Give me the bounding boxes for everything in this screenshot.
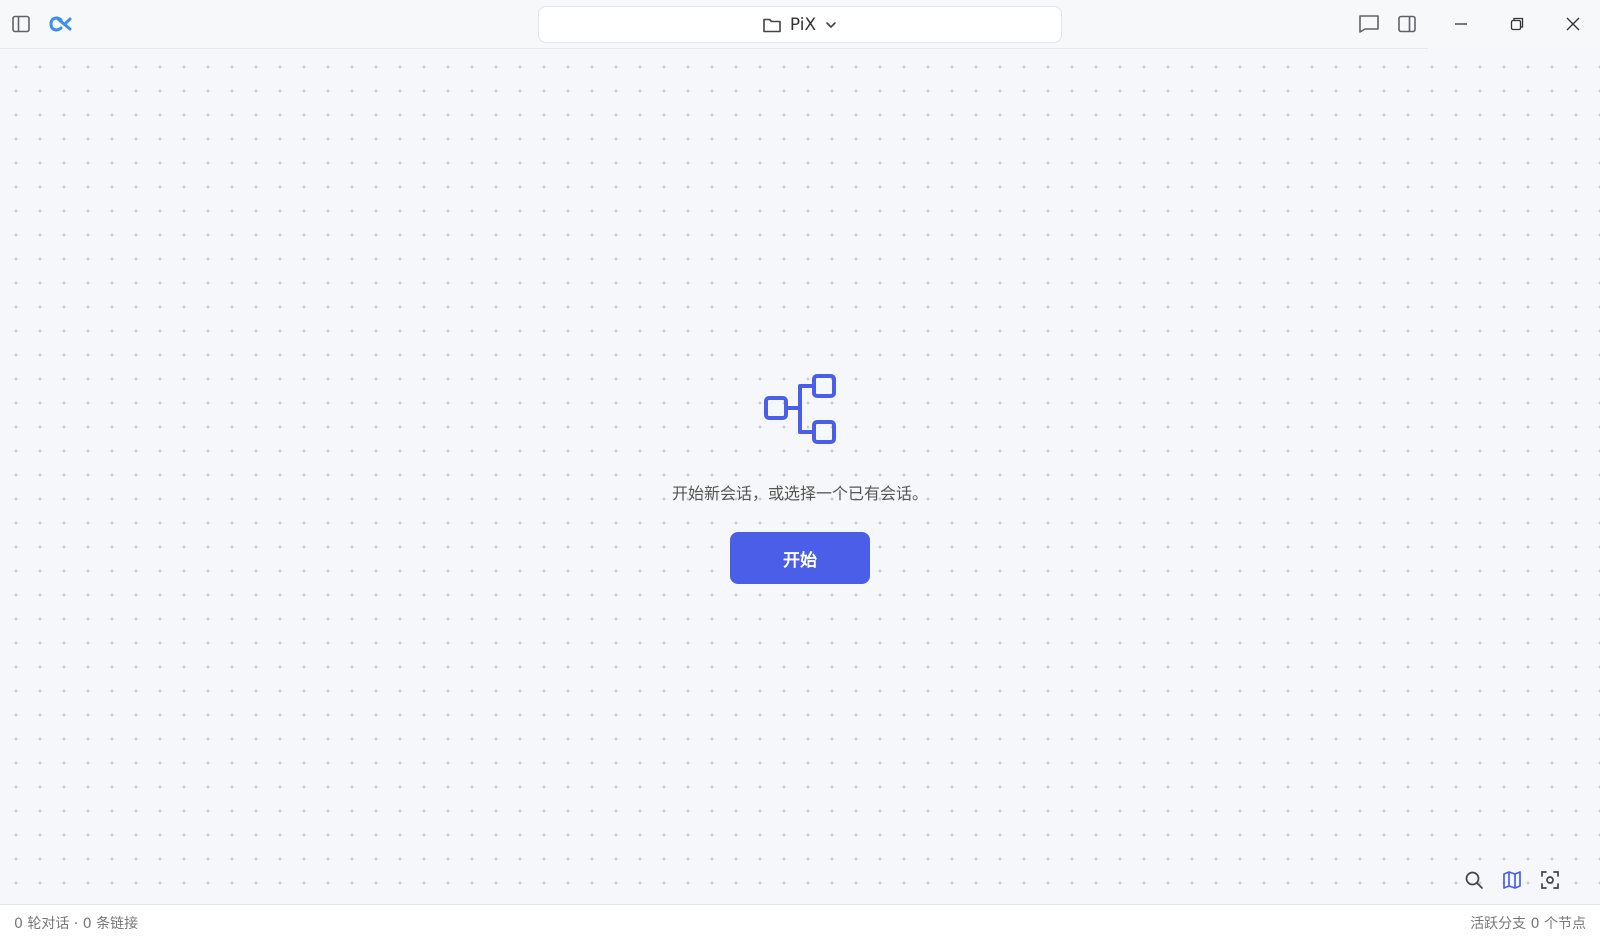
start-button[interactable]: 开始 (730, 532, 870, 584)
search-icon (1465, 871, 1483, 889)
minimize-button[interactable] (1441, 8, 1481, 40)
search-button[interactable] (1458, 864, 1490, 896)
restore-icon (1510, 17, 1524, 31)
fit-view-icon (1541, 871, 1559, 889)
branch-tree-icon (764, 374, 836, 444)
active-branch-stats: 活跃分支 0 个节点 (1470, 915, 1586, 932)
project-switcher[interactable]: PiX (538, 6, 1062, 43)
close-button[interactable] (1553, 8, 1593, 40)
chat-icon (1359, 15, 1379, 33)
map-icon (1503, 871, 1521, 889)
app-logo (46, 8, 80, 40)
app-logo-icon (49, 16, 72, 32)
minimap-toggle-button[interactable] (1496, 864, 1528, 896)
fit-view-button[interactable] (1534, 864, 1566, 896)
conversation-canvas[interactable]: 开始新会话，或选择一个已有会话。 开始 (0, 49, 1600, 904)
right-panel-toggle-button[interactable] (1391, 8, 1423, 40)
folder-icon (763, 18, 781, 32)
right-panel-icon (1398, 15, 1416, 33)
close-icon (1566, 17, 1580, 31)
project-name: PiX (789, 14, 817, 35)
conversation-stats: 0 轮对话 · 0 条链接 (14, 915, 139, 932)
empty-state: 开始新会话，或选择一个已有会话。 开始 (0, 372, 1600, 584)
restore-button[interactable] (1497, 8, 1537, 40)
status-bar: 0 轮对话 · 0 条链接 活跃分支 0 个节点 (0, 904, 1600, 940)
chevron-down-icon (826, 21, 836, 28)
sidebar-toggle-button[interactable] (5, 8, 37, 40)
minimize-icon (1455, 23, 1467, 25)
empty-state-message: 开始新会话，或选择一个已有会话。 (671, 484, 928, 503)
title-bar: PiX (0, 0, 1600, 49)
chat-button[interactable] (1353, 8, 1385, 40)
sidebar-toggle-icon (12, 15, 30, 33)
